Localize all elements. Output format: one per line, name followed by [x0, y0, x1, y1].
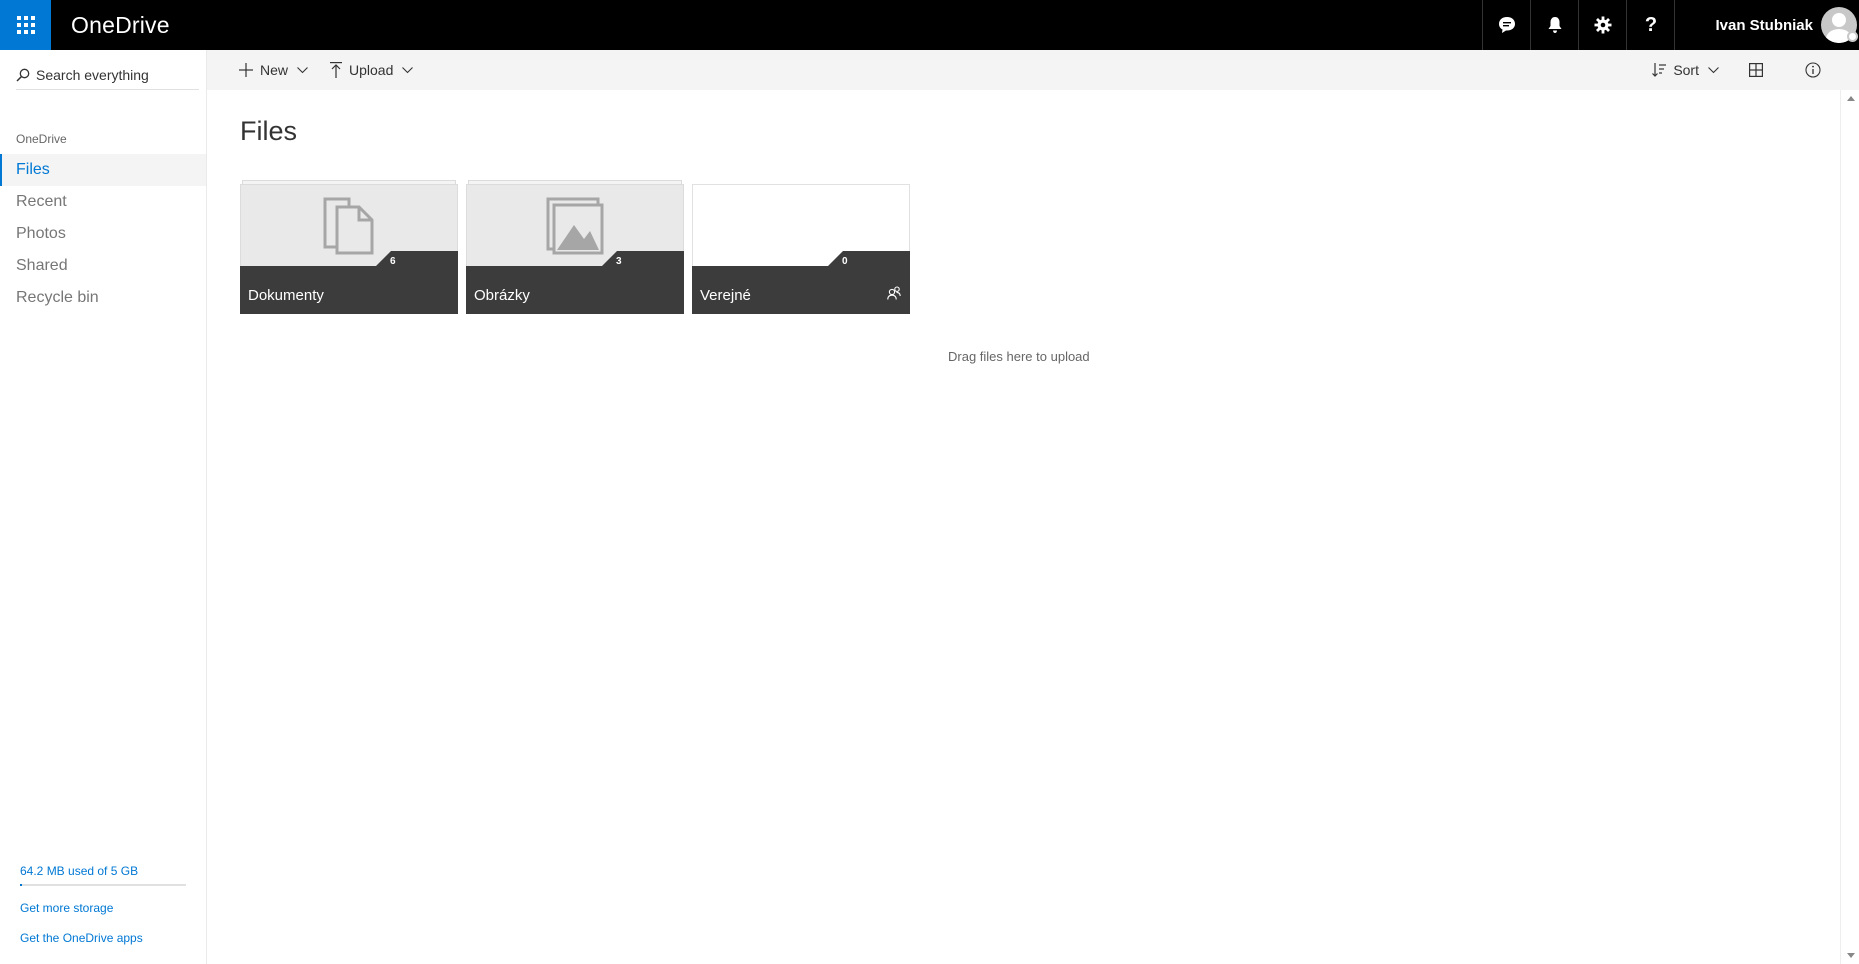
- chevron-down-icon: [402, 66, 414, 73]
- get-more-storage-link[interactable]: Get more storage: [20, 901, 113, 915]
- new-button[interactable]: New: [239, 50, 308, 90]
- new-label: New: [260, 62, 289, 78]
- plus-icon: [239, 63, 253, 77]
- help-icon: ?: [1644, 13, 1658, 36]
- upload-label: Upload: [349, 62, 394, 78]
- feedback-icon: [1498, 17, 1515, 33]
- folder-name: Dokumenty: [248, 287, 324, 304]
- command-bar: New Upload Sort: [207, 50, 1859, 90]
- left-navigation: Search everything OneDrive Files Recent …: [0, 50, 207, 964]
- item-count-badge: 6: [390, 256, 396, 267]
- scroll-down-arrow-icon[interactable]: [1847, 953, 1855, 958]
- sidebar-item-shared[interactable]: Shared: [0, 250, 206, 282]
- sidebar-item-recent[interactable]: Recent: [0, 186, 206, 218]
- app-launcher-button[interactable]: [0, 0, 51, 50]
- sort-icon: [1652, 63, 1667, 77]
- sidebar-item-recycle-bin[interactable]: Recycle bin: [0, 282, 206, 314]
- folder-name: Verejné: [700, 287, 751, 304]
- help-button[interactable]: ?: [1626, 0, 1674, 50]
- user-menu[interactable]: Ivan Stubniak: [1674, 0, 1859, 50]
- gear-icon: [1594, 16, 1612, 34]
- shared-people-icon: [887, 286, 901, 300]
- item-count-badge: 0: [842, 256, 848, 267]
- storage-bar-fill: [20, 884, 23, 886]
- folder-caption: 0 Verejné: [692, 251, 910, 314]
- feedback-button[interactable]: [1482, 0, 1530, 50]
- folder-tile-obrazky[interactable]: 3 Obrázky: [466, 180, 684, 314]
- folder-tile-verejne[interactable]: 0 Verejné: [692, 184, 910, 314]
- storage-usage-link[interactable]: 64.2 MB used of 5 GB: [20, 864, 138, 878]
- upload-icon: [330, 62, 343, 78]
- search-icon: [16, 68, 30, 82]
- item-count-badge: 3: [616, 256, 622, 267]
- sort-button[interactable]: Sort: [1652, 50, 1719, 90]
- folder-caption: 3 Obrázky: [466, 251, 684, 314]
- app-title[interactable]: OneDrive: [51, 0, 170, 50]
- folder-name: Obrázky: [474, 287, 530, 304]
- storage-bar: [20, 884, 186, 886]
- view-switcher-button[interactable]: [1749, 50, 1763, 90]
- chevron-down-icon: [297, 66, 308, 73]
- sidebar-item-photos[interactable]: Photos: [0, 218, 206, 250]
- waffle-icon: [16, 16, 35, 34]
- search-box[interactable]: Search everything: [16, 60, 199, 90]
- nav-heading: OneDrive: [16, 132, 67, 146]
- presence-indicator: [1847, 31, 1858, 42]
- info-icon: [1805, 62, 1821, 78]
- folder-tile-dokumenty[interactable]: 6 Dokumenty: [240, 180, 458, 314]
- tiles-view-icon: [1749, 63, 1763, 77]
- nav-list: Files Recent Photos Shared Recycle bin: [0, 154, 206, 314]
- documents-icon: [323, 197, 374, 254]
- sidebar-item-files[interactable]: Files: [0, 154, 206, 186]
- upload-button[interactable]: Upload: [330, 50, 414, 90]
- bell-icon: [1548, 17, 1562, 33]
- drag-upload-hint: Drag files here to upload: [948, 349, 1090, 364]
- suite-bar: OneDrive ? Ivan Stubniak: [0, 0, 1859, 50]
- page-title: Files: [240, 116, 298, 146]
- notifications-button[interactable]: [1530, 0, 1578, 50]
- info-pane-button[interactable]: [1805, 50, 1821, 90]
- search-input[interactable]: Search everything: [36, 67, 149, 83]
- vertical-scrollbar[interactable]: [1840, 90, 1859, 964]
- user-name: Ivan Stubniak: [1715, 16, 1813, 34]
- folder-caption: 6 Dokumenty: [240, 251, 458, 314]
- pictures-icon: [546, 197, 604, 254]
- get-onedrive-apps-link[interactable]: Get the OneDrive apps: [20, 931, 143, 945]
- chevron-down-icon: [1708, 66, 1719, 73]
- scroll-up-arrow-icon[interactable]: [1847, 96, 1855, 101]
- settings-button[interactable]: [1578, 0, 1626, 50]
- main-content: Files 6 Dokumenty 3 Obrázky 0 Verejné Dr…: [207, 90, 1840, 964]
- sort-label: Sort: [1673, 62, 1699, 78]
